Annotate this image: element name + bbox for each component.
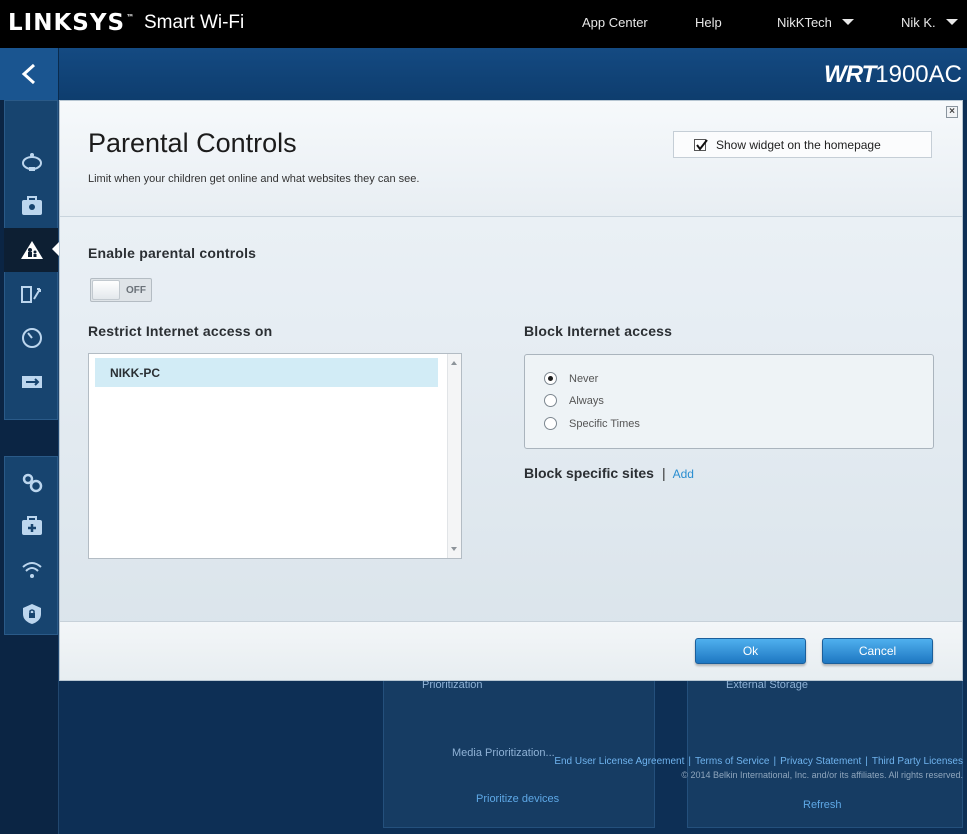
parental-controls-toggle[interactable]: OFF <box>90 278 152 302</box>
checkmark-icon <box>696 139 708 151</box>
block-access-options: Never Always Specific Times <box>524 354 934 449</box>
nav-parental-controls[interactable] <box>4 228 58 272</box>
radio-label: Specific Times <box>569 418 640 430</box>
chevron-down-icon <box>841 19 854 25</box>
nav-wireless[interactable] <box>4 548 58 592</box>
bg-card-text: Media Prioritization... <box>452 747 555 759</box>
separator: | <box>661 465 666 481</box>
radio-button[interactable] <box>544 417 557 430</box>
network-name: NikKTech <box>777 15 832 30</box>
radio-button[interactable] <box>544 394 557 407</box>
bg-card-external-storage: External Storage Refresh <box>687 670 963 828</box>
gears-icon <box>22 473 43 493</box>
network-menu[interactable]: NikKTech <box>777 15 854 30</box>
scroll-down-arrow-icon[interactable] <box>451 547 457 551</box>
block-access-label: Block Internet access <box>524 323 673 339</box>
add-site-link[interactable]: Add <box>673 467 694 481</box>
devices-icon <box>22 153 42 171</box>
media-prioritization-icon <box>21 286 41 303</box>
radio-label: Always <box>569 395 604 407</box>
block-sites-row: Block specific sites | Add <box>524 465 694 481</box>
copyright-text: © 2014 Belkin International, Inc. and/or… <box>681 770 963 780</box>
dialog-header: × Parental Controls Limit when your chil… <box>60 101 962 217</box>
user-menu[interactable]: Nik K. <box>901 15 958 30</box>
scroll-up-arrow-icon[interactable] <box>451 361 457 365</box>
logo-text: LINKSYS <box>8 10 126 36</box>
dialog-title: Parental Controls <box>88 128 297 158</box>
shield-lock-icon <box>23 604 41 624</box>
wifi-icon <box>22 562 42 578</box>
nav-external-storage[interactable] <box>4 360 58 404</box>
scrollbar[interactable] <box>447 354 461 558</box>
first-aid-kit-icon <box>22 516 42 535</box>
nav-guest-access[interactable] <box>4 184 58 228</box>
trademark-symbol: ™ <box>126 13 136 22</box>
show-widget-checkbox[interactable] <box>694 139 708 151</box>
parental-controls-icon <box>21 241 43 259</box>
radio-button[interactable] <box>544 372 557 385</box>
user-name: Nik K. <box>901 15 936 30</box>
header-bar <box>0 48 967 100</box>
bg-card-prioritization: Prioritization Media Prioritization... P… <box>383 670 655 828</box>
linksys-logo: LINKSYS™ <box>8 10 135 36</box>
restrict-access-label: Restrict Internet access on <box>88 323 273 339</box>
app-center-link[interactable]: App Center <box>582 15 648 30</box>
device-list: NIKK-PC <box>88 353 462 559</box>
refresh-link[interactable]: Refresh <box>803 799 842 811</box>
footer-links: End User License Agreement | Terms of Serv… <box>554 756 963 767</box>
product-name: Smart Wi-Fi <box>144 12 245 33</box>
back-button[interactable] <box>0 48 59 100</box>
nav-connectivity[interactable] <box>4 460 58 504</box>
nav-device-list[interactable] <box>4 140 58 184</box>
model-suffix: 1900AC <box>875 61 962 88</box>
radio-label: Never <box>569 373 599 385</box>
guest-access-icon <box>22 196 42 215</box>
privacy-link[interactable]: Privacy Statement <box>780 756 861 767</box>
nav-speed-test[interactable] <box>4 316 58 360</box>
toggle-knob <box>92 280 120 300</box>
prioritize-devices-link[interactable]: Prioritize devices <box>476 793 559 805</box>
eula-link[interactable]: End User License Agreement <box>554 756 684 767</box>
list-item[interactable]: NIKK-PC <box>95 358 438 387</box>
ok-button[interactable]: Ok <box>695 638 806 664</box>
terms-link[interactable]: Terms of Service <box>695 756 769 767</box>
show-widget-label: Show widget on the homepage <box>716 138 881 152</box>
enable-parental-controls-label: Enable parental controls <box>88 245 257 261</box>
help-link[interactable]: Help <box>695 15 722 30</box>
left-nav-rail <box>0 100 59 834</box>
close-icon[interactable]: × <box>946 106 958 118</box>
chevron-down-icon <box>945 19 958 25</box>
model-prefix: WRT <box>824 61 876 88</box>
top-bar: LINKSYS™ Smart Wi-Fi App Center Help Nik… <box>0 0 967 48</box>
back-arrow-icon <box>21 63 36 85</box>
third-party-link[interactable]: Third Party Licenses <box>872 756 963 767</box>
router-model: WRT1900AC <box>824 61 962 89</box>
dialog-subtitle: Limit when your children get online and … <box>88 173 420 185</box>
speedometer-icon <box>22 328 42 348</box>
nav-media-prioritization[interactable] <box>4 272 58 316</box>
toggle-state: OFF <box>126 285 146 296</box>
nav-troubleshooting[interactable] <box>4 504 58 548</box>
cancel-button[interactable]: Cancel <box>822 638 933 664</box>
parental-controls-dialog: × Parental Controls Limit when your chil… <box>59 100 963 681</box>
block-sites-label: Block specific sites <box>524 465 654 481</box>
nav-security[interactable] <box>4 592 58 636</box>
usb-storage-icon <box>22 376 42 388</box>
show-widget-option[interactable]: Show widget on the homepage <box>673 131 932 158</box>
dialog-footer: Ok Cancel <box>60 621 962 680</box>
device-name: NIKK-PC <box>110 366 160 380</box>
